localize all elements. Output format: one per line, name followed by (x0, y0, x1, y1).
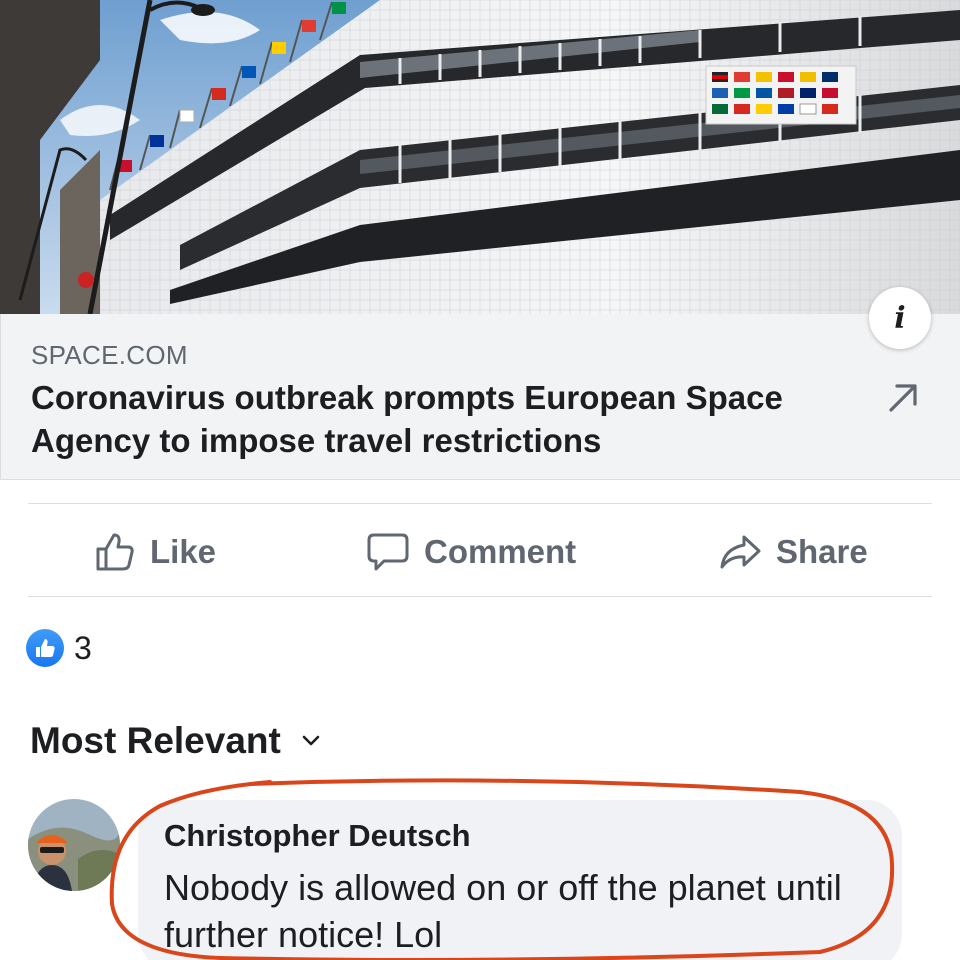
comment-bubble-icon (367, 533, 409, 571)
comment-author[interactable]: Christopher Deutsch (164, 818, 471, 854)
sort-label: Most Relevant (30, 720, 281, 761)
avatar-photo (28, 799, 120, 891)
comment-button[interactable]: Comment (366, 530, 576, 574)
share-button[interactable]: Share (718, 530, 868, 574)
comment-bubble[interactable]: Christopher Deutsch Nobody is allowed on… (138, 800, 902, 960)
thumbs-up-icon (96, 533, 134, 571)
info-icon: i (894, 300, 906, 336)
like-button[interactable]: Like (94, 530, 216, 574)
comment-sort-dropdown[interactable]: Most Relevant (30, 720, 321, 762)
like-reaction-icon (26, 629, 64, 667)
link-source: SPACE.COM (31, 340, 188, 370)
divider (28, 503, 932, 504)
building-photo (0, 0, 960, 314)
reaction-count: 3 (74, 629, 92, 666)
link-preview-image[interactable] (0, 0, 960, 314)
comment-text: Nobody is allowed on or off the planet u… (164, 867, 842, 955)
share-arrow-icon (720, 535, 761, 569)
info-button[interactable]: i (869, 287, 931, 349)
reactions-summary[interactable]: 3 (26, 628, 92, 668)
share-label: Share (776, 533, 868, 570)
link-preview-card[interactable]: SPACE.COM Coronavirus outbreak prompts E… (0, 314, 960, 480)
link-title[interactable]: Coronavirus outbreak prompts European Sp… (31, 376, 831, 462)
avatar[interactable] (28, 799, 120, 891)
chevron-down-icon (302, 735, 320, 746)
divider (28, 596, 932, 597)
comment-label: Comment (424, 533, 577, 570)
external-arrow-icon[interactable] (885, 380, 921, 416)
like-label: Like (150, 533, 217, 570)
